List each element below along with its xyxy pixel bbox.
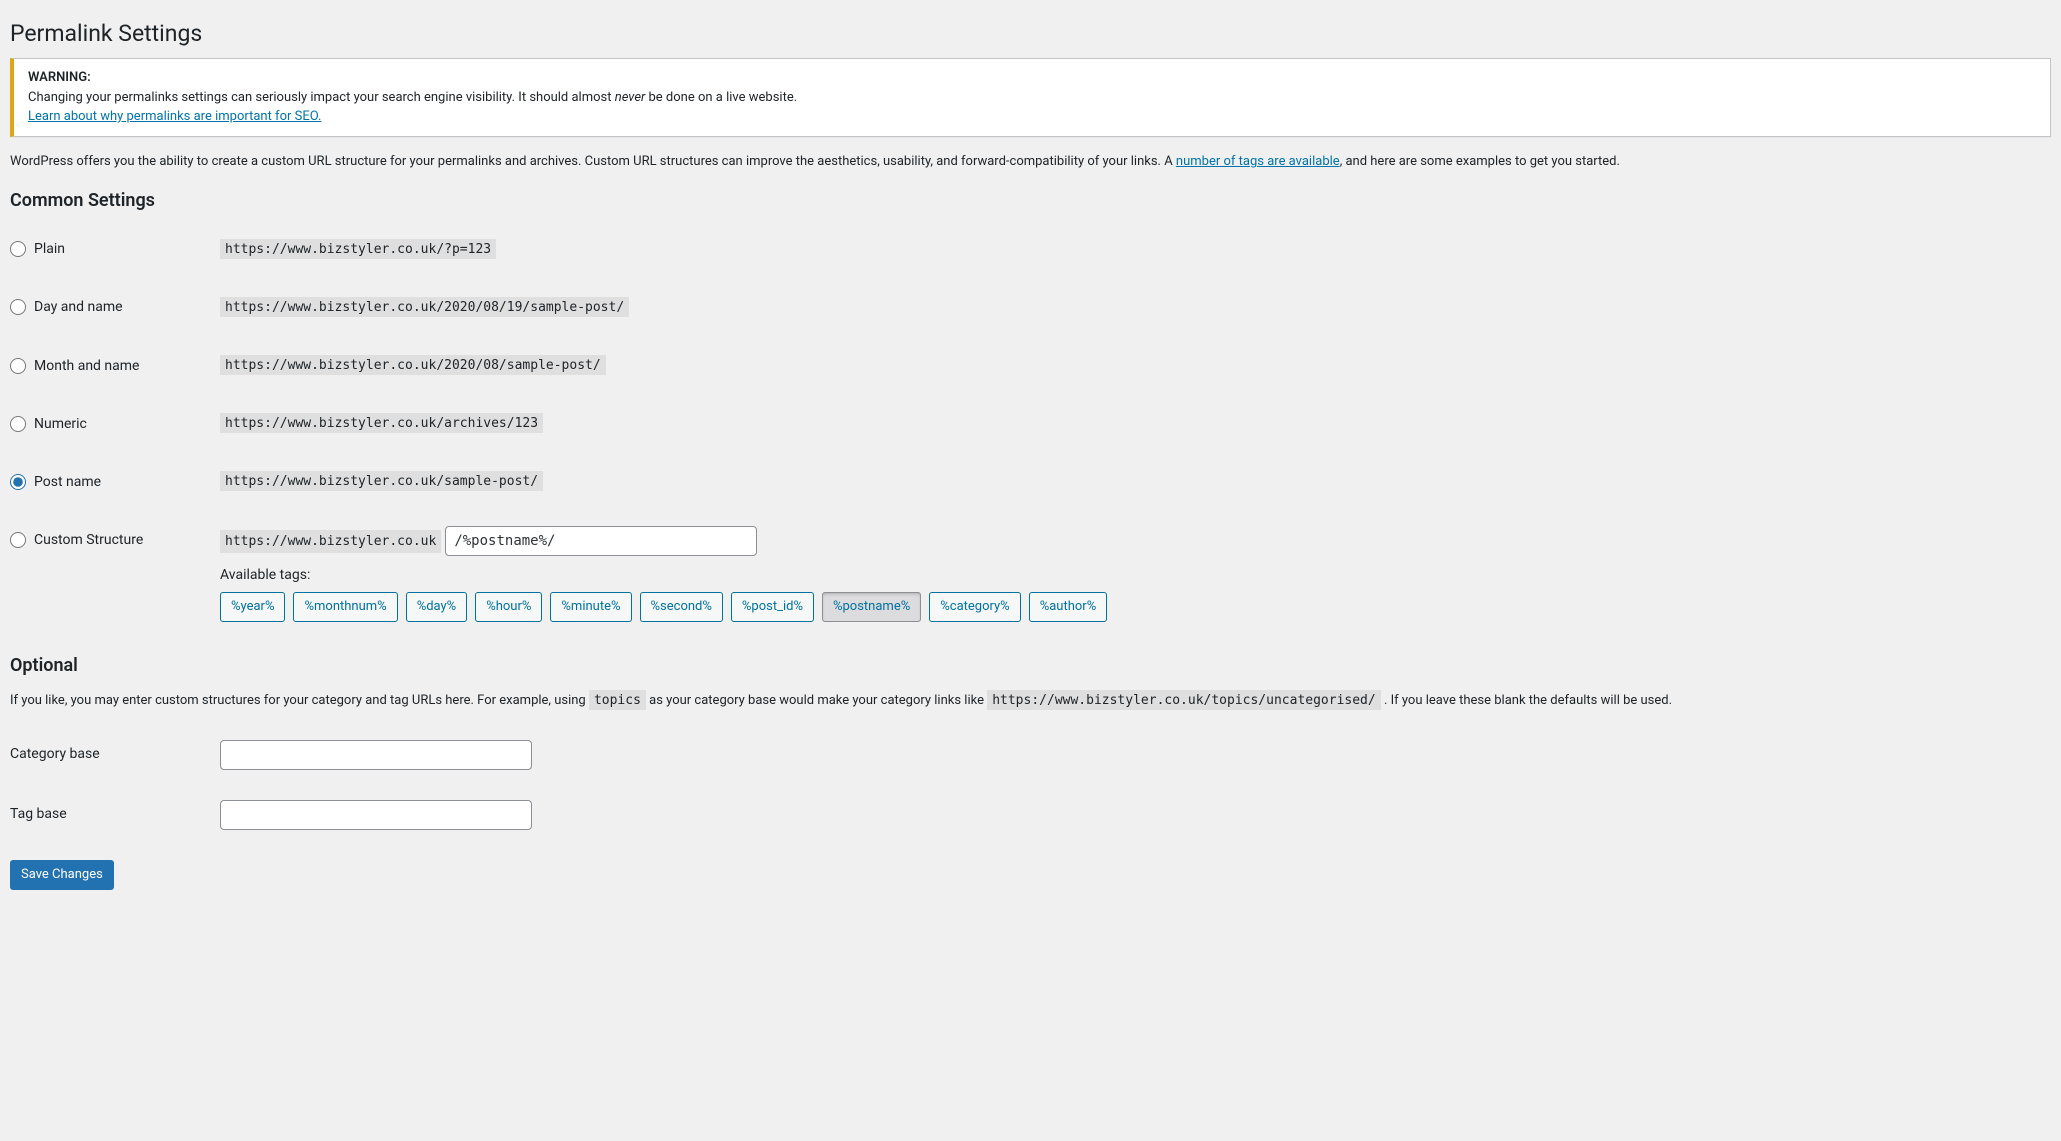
tag-category-button[interactable]: %category% [929, 592, 1020, 622]
tag-author-button[interactable]: %author% [1029, 592, 1108, 622]
option-post-name-label[interactable]: Post name [10, 473, 200, 491]
option-plain-radio[interactable] [10, 241, 26, 257]
option-plain-row: Plain https://www.bizstyler.co.uk/?p=123 [10, 220, 2051, 278]
tag-minute-button[interactable]: %minute% [550, 592, 631, 622]
option-post-name-row: Post name https://www.bizstyler.co.uk/sa… [10, 453, 2051, 511]
option-numeric-example: https://www.bizstyler.co.uk/archives/123 [220, 413, 543, 433]
page-title: Permalink Settings [10, 10, 2051, 53]
option-month-name-example: https://www.bizstyler.co.uk/2020/08/samp… [220, 355, 606, 375]
option-numeric-label[interactable]: Numeric [10, 415, 200, 433]
tag-hour-button[interactable]: %hour% [475, 592, 542, 622]
option-custom-row: Custom Structure https://www.bizstyler.c… [10, 511, 2051, 637]
tag-day-button[interactable]: %day% [406, 592, 468, 622]
optional-code-url: https://www.bizstyler.co.uk/topics/uncat… [987, 690, 1381, 710]
option-day-name-radio[interactable] [10, 299, 26, 315]
option-numeric-row: Numeric https://www.bizstyler.co.uk/arch… [10, 395, 2051, 453]
optional-table: Category base Tag base [10, 725, 2051, 845]
warning-seo-link[interactable]: Learn about why permalinks are important… [28, 109, 321, 124]
warning-label: WARNING: [28, 70, 91, 85]
category-base-input[interactable] [220, 740, 532, 770]
tag-base-input[interactable] [220, 800, 532, 830]
option-plain-example: https://www.bizstyler.co.uk/?p=123 [220, 239, 496, 259]
optional-text-after: . If you leave these blank the defaults … [1381, 693, 1672, 708]
optional-heading: Optional [10, 657, 2051, 675]
option-month-name-radio[interactable] [10, 358, 26, 374]
option-day-name-row: Day and name https://www.bizstyler.co.uk… [10, 278, 2051, 336]
tag-monthnum-button[interactable]: %monthnum% [293, 592, 397, 622]
permalink-structure-table: Plain https://www.bizstyler.co.uk/?p=123… [10, 220, 2051, 637]
warning-text-after: be done on a live website. [645, 90, 797, 105]
option-numeric-radio[interactable] [10, 416, 26, 432]
tags-available-link[interactable]: number of tags are available [1176, 154, 1340, 169]
intro-text-before: WordPress offers you the ability to crea… [10, 154, 1176, 169]
warning-text-emphasis: never [615, 90, 646, 105]
category-base-label: Category base [10, 745, 200, 763]
option-custom-label[interactable]: Custom Structure [10, 531, 200, 549]
category-base-row: Category base [10, 725, 2051, 785]
option-plain-text: Plain [34, 240, 65, 258]
optional-description: If you like, you may enter custom struct… [10, 691, 2051, 711]
warning-text-before: Changing your permalinks settings can se… [28, 90, 615, 105]
available-tags-label: Available tags: [220, 566, 2041, 584]
option-month-name-row: Month and name https://www.bizstyler.co.… [10, 337, 2051, 395]
optional-text-mid: as your category base would make your ca… [646, 693, 987, 708]
tag-postid-button[interactable]: %post_id% [731, 592, 814, 622]
warning-notice: WARNING: Changing your permalinks settin… [10, 58, 2051, 138]
option-post-name-text: Post name [34, 473, 101, 491]
option-post-name-example: https://www.bizstyler.co.uk/sample-post/ [220, 471, 543, 491]
intro-text: WordPress offers you the ability to crea… [10, 152, 2051, 172]
option-month-name-text: Month and name [34, 357, 139, 375]
option-month-name-label[interactable]: Month and name [10, 357, 200, 375]
option-post-name-radio[interactable] [10, 474, 26, 490]
tag-postname-button[interactable]: %postname% [822, 592, 921, 622]
optional-text-before: If you like, you may enter custom struct… [10, 693, 589, 708]
save-changes-button[interactable]: Save Changes [10, 860, 114, 890]
optional-code-topics: topics [589, 690, 646, 710]
custom-structure-input[interactable] [445, 526, 757, 556]
option-custom-radio[interactable] [10, 532, 26, 548]
option-plain-label[interactable]: Plain [10, 240, 200, 258]
option-day-name-label[interactable]: Day and name [10, 298, 200, 316]
custom-prefix: https://www.bizstyler.co.uk [220, 530, 441, 553]
common-settings-heading: Common Settings [10, 192, 2051, 210]
option-day-name-example: https://www.bizstyler.co.uk/2020/08/19/s… [220, 297, 629, 317]
option-day-name-text: Day and name [34, 298, 123, 316]
option-numeric-text: Numeric [34, 415, 87, 433]
available-tags-list: %year% %monthnum% %day% %hour% %minute% … [220, 592, 2041, 622]
tag-year-button[interactable]: %year% [220, 592, 285, 622]
tag-base-label: Tag base [10, 805, 200, 823]
tag-base-row: Tag base [10, 785, 2051, 845]
intro-text-after: , and here are some examples to get you … [1340, 154, 1620, 169]
option-custom-text: Custom Structure [34, 531, 143, 549]
tag-second-button[interactable]: %second% [640, 592, 723, 622]
